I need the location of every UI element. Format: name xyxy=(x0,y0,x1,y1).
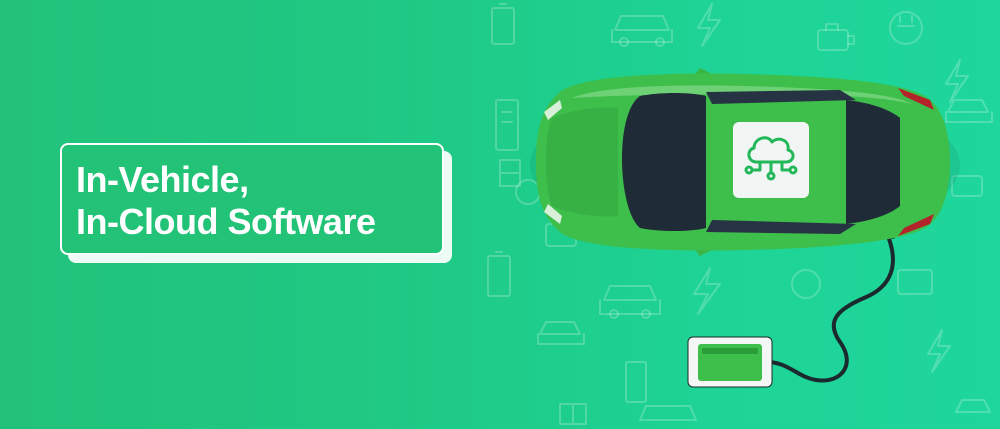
hero-banner: In-Vehicle, In-Cloud Software xyxy=(0,0,1000,429)
charger-box xyxy=(687,336,773,388)
charging-cable xyxy=(768,234,895,383)
cloud-badge xyxy=(733,122,809,198)
ev-illustration xyxy=(530,68,960,388)
car-windshield xyxy=(621,93,706,231)
car-rear-window xyxy=(846,100,900,224)
car-hood xyxy=(546,107,618,217)
